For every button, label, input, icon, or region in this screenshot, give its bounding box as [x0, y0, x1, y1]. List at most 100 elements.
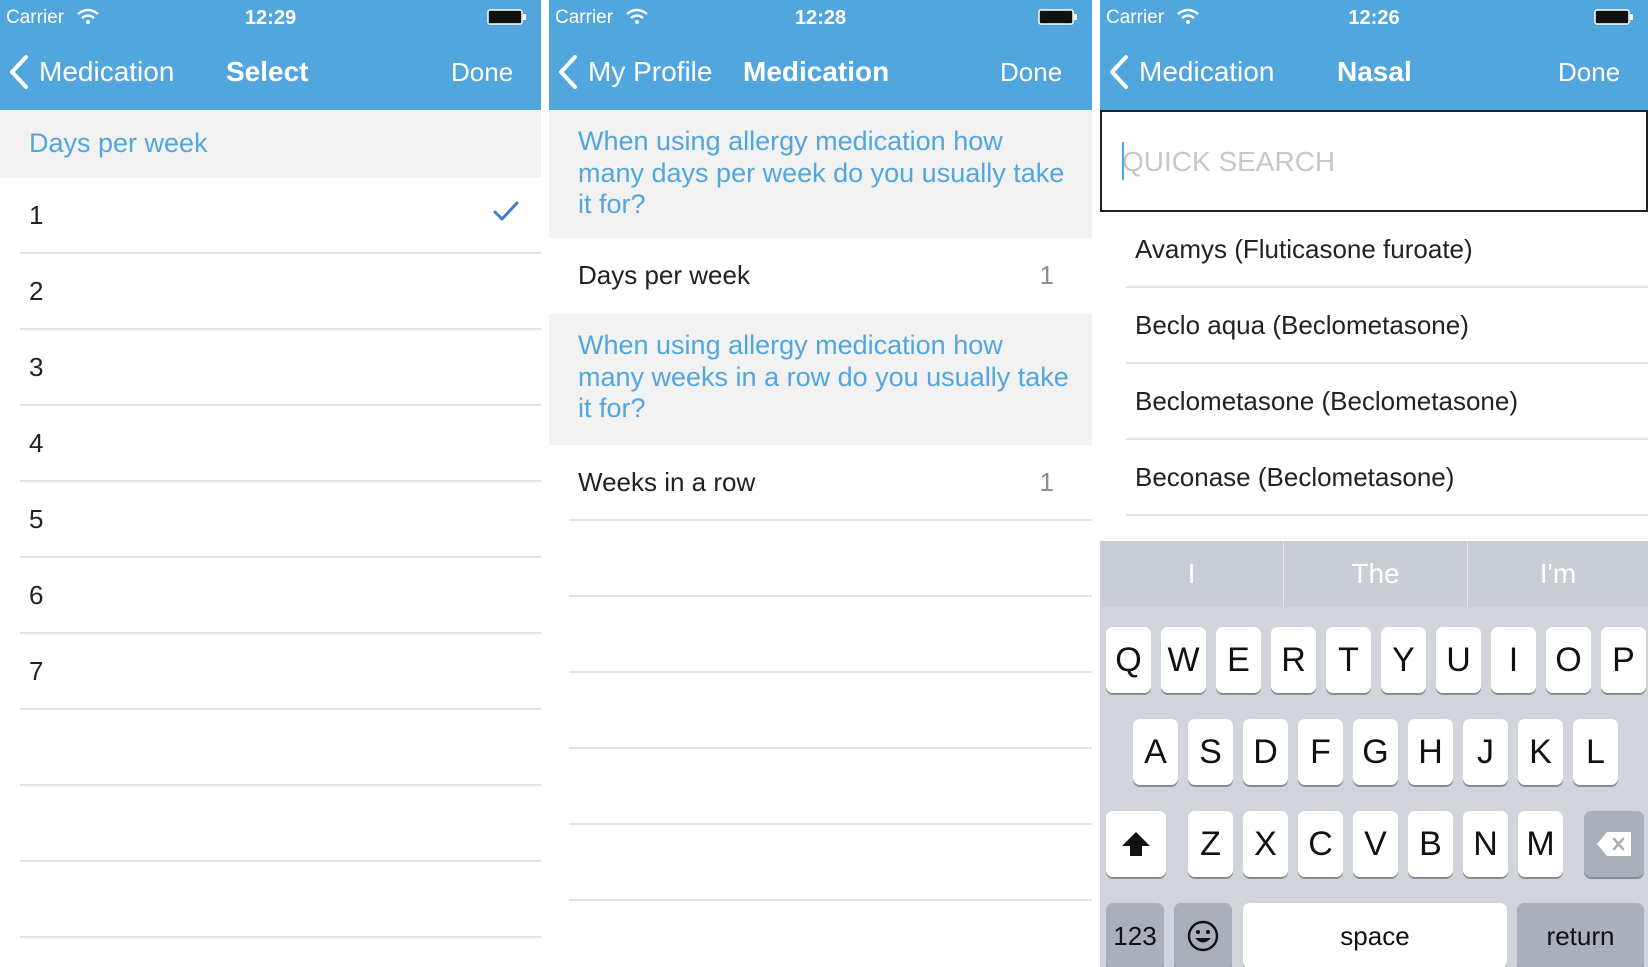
search-box	[1100, 110, 1648, 212]
space-key[interactable]: space	[1243, 903, 1507, 967]
key-d[interactable]: D	[1243, 719, 1288, 785]
question-days-per-week: When using allergy medication how many d…	[549, 110, 1092, 238]
key-p[interactable]: P	[1601, 627, 1646, 693]
key-f[interactable]: F	[1298, 719, 1343, 785]
key-j[interactable]: J	[1463, 719, 1508, 785]
emoji-icon	[1187, 920, 1219, 952]
search-input[interactable]	[1122, 140, 1622, 184]
empty-row	[0, 862, 541, 938]
key-q[interactable]: Q	[1106, 627, 1151, 693]
divider	[569, 899, 1092, 901]
emoji-key[interactable]	[1174, 903, 1232, 967]
empty-row	[0, 786, 541, 862]
key-x[interactable]: X	[1243, 811, 1288, 877]
chevron-left-icon	[1110, 55, 1128, 89]
weeks-in-a-row-row[interactable]: Weeks in a row 1	[549, 445, 1092, 521]
status-bar: Carrier 12:28	[549, 0, 1092, 34]
done-button[interactable]: Done	[1000, 57, 1062, 88]
empty-row	[0, 710, 541, 786]
question-weeks-in-a-row: When using allergy medication how many w…	[549, 314, 1092, 445]
navigation-bar: Medication Nasal Done	[1100, 34, 1648, 110]
battery-icon	[487, 9, 526, 25]
option-row-5[interactable]: 5	[0, 482, 541, 558]
clock: 12:29	[244, 7, 297, 29]
backspace-icon	[1597, 832, 1631, 856]
back-button[interactable]: Medication	[1108, 54, 1274, 90]
key-o[interactable]: O	[1546, 627, 1591, 693]
key-a[interactable]: A	[1133, 719, 1178, 785]
medication-profile-screen: Carrier 12:28 My Profile Medication Done…	[549, 0, 1092, 967]
row-label: Weeks in a row	[578, 467, 756, 497]
shift-icon	[1122, 832, 1150, 856]
nasal-medication-search-screen: Carrier 12:26 Medication Nasal Done Avam…	[1100, 0, 1648, 967]
key-s[interactable]: S	[1188, 719, 1233, 785]
numbers-key[interactable]: 123	[1106, 903, 1164, 967]
result-label: Beconase (Beclometasone)	[1135, 462, 1455, 492]
page-title: Medication	[743, 56, 890, 87]
key-g[interactable]: G	[1353, 719, 1398, 785]
key-y[interactable]: Y	[1381, 627, 1426, 693]
row-label: Days per week	[578, 260, 750, 290]
key-w[interactable]: W	[1161, 627, 1206, 693]
option-row-2[interactable]: 2	[0, 254, 541, 330]
key-c[interactable]: C	[1298, 811, 1343, 877]
suggestion-2[interactable]: The	[1284, 541, 1467, 607]
key-u[interactable]: U	[1436, 627, 1481, 693]
back-button[interactable]: Medication	[8, 54, 174, 90]
option-label: 3	[29, 352, 44, 382]
result-row[interactable]: Beconase (Beclometasone)	[1100, 440, 1648, 516]
empty-row	[549, 673, 1092, 749]
key-e[interactable]: E	[1216, 627, 1261, 693]
divider	[20, 936, 541, 938]
days-per-week-row[interactable]: Days per week 1	[549, 238, 1092, 314]
option-row-4[interactable]: 4	[0, 406, 541, 482]
key-v[interactable]: V	[1353, 811, 1398, 877]
option-row-6[interactable]: 6	[0, 558, 541, 634]
key-t[interactable]: T	[1326, 627, 1371, 693]
empty-row	[549, 521, 1092, 597]
key-m[interactable]: M	[1518, 811, 1563, 877]
back-button[interactable]: My Profile	[557, 54, 712, 90]
key-b[interactable]: B	[1408, 811, 1453, 877]
suggestion-3[interactable]: I'm	[1468, 541, 1648, 607]
chevron-left-icon	[559, 55, 577, 89]
option-label: 1	[29, 200, 44, 230]
result-row[interactable]: Beclometasone (Beclometasone)	[1100, 364, 1648, 440]
clock: 12:26	[1348, 7, 1400, 29]
result-row[interactable]: Beclo aqua (Beclometasone)	[1100, 288, 1648, 364]
row-value: 1	[1039, 260, 1054, 290]
key-i[interactable]: I	[1491, 627, 1536, 693]
backspace-key[interactable]	[1584, 811, 1644, 877]
key-h[interactable]: H	[1408, 719, 1453, 785]
navigation-bar: Medication Select Done	[0, 34, 541, 110]
page-title: Nasal	[1337, 56, 1412, 87]
result-label: Beclometasone (Beclometasone)	[1135, 386, 1518, 416]
key-l[interactable]: L	[1573, 719, 1618, 785]
option-row-1[interactable]: 1	[0, 178, 541, 254]
chevron-left-icon	[10, 55, 28, 89]
key-z[interactable]: Z	[1188, 811, 1233, 877]
key-n[interactable]: N	[1463, 811, 1508, 877]
row-value: 1	[1039, 467, 1054, 497]
result-row[interactable]: Avamys (Fluticasone furoate)	[1100, 212, 1648, 288]
empty-row	[549, 825, 1092, 901]
select-days-screen: Carrier 12:29 Medication Select Done Day…	[0, 0, 541, 967]
option-row-7[interactable]: 7	[0, 634, 541, 710]
status-bar: Carrier 12:26	[1100, 0, 1648, 34]
text-cursor	[1122, 142, 1124, 180]
done-button[interactable]: Done	[1558, 57, 1620, 88]
key-r[interactable]: R	[1271, 627, 1316, 693]
header: Carrier 12:29 Medication Select Done	[0, 0, 541, 110]
option-label: 7	[29, 656, 44, 686]
key-k[interactable]: K	[1518, 719, 1563, 785]
option-row-3[interactable]: 3	[0, 330, 541, 406]
result-label: Beclo aqua (Beclometasone)	[1135, 310, 1469, 340]
empty-row	[549, 749, 1092, 825]
done-button[interactable]: Done	[451, 57, 513, 88]
suggestion-bar: I The I'm	[1100, 541, 1648, 607]
return-key[interactable]: return	[1517, 903, 1644, 967]
suggestion-1[interactable]: I	[1100, 541, 1283, 607]
status-bar: Carrier 12:29	[0, 0, 541, 34]
navigation-bar: My Profile Medication Done	[549, 34, 1092, 110]
shift-key[interactable]	[1106, 811, 1166, 877]
